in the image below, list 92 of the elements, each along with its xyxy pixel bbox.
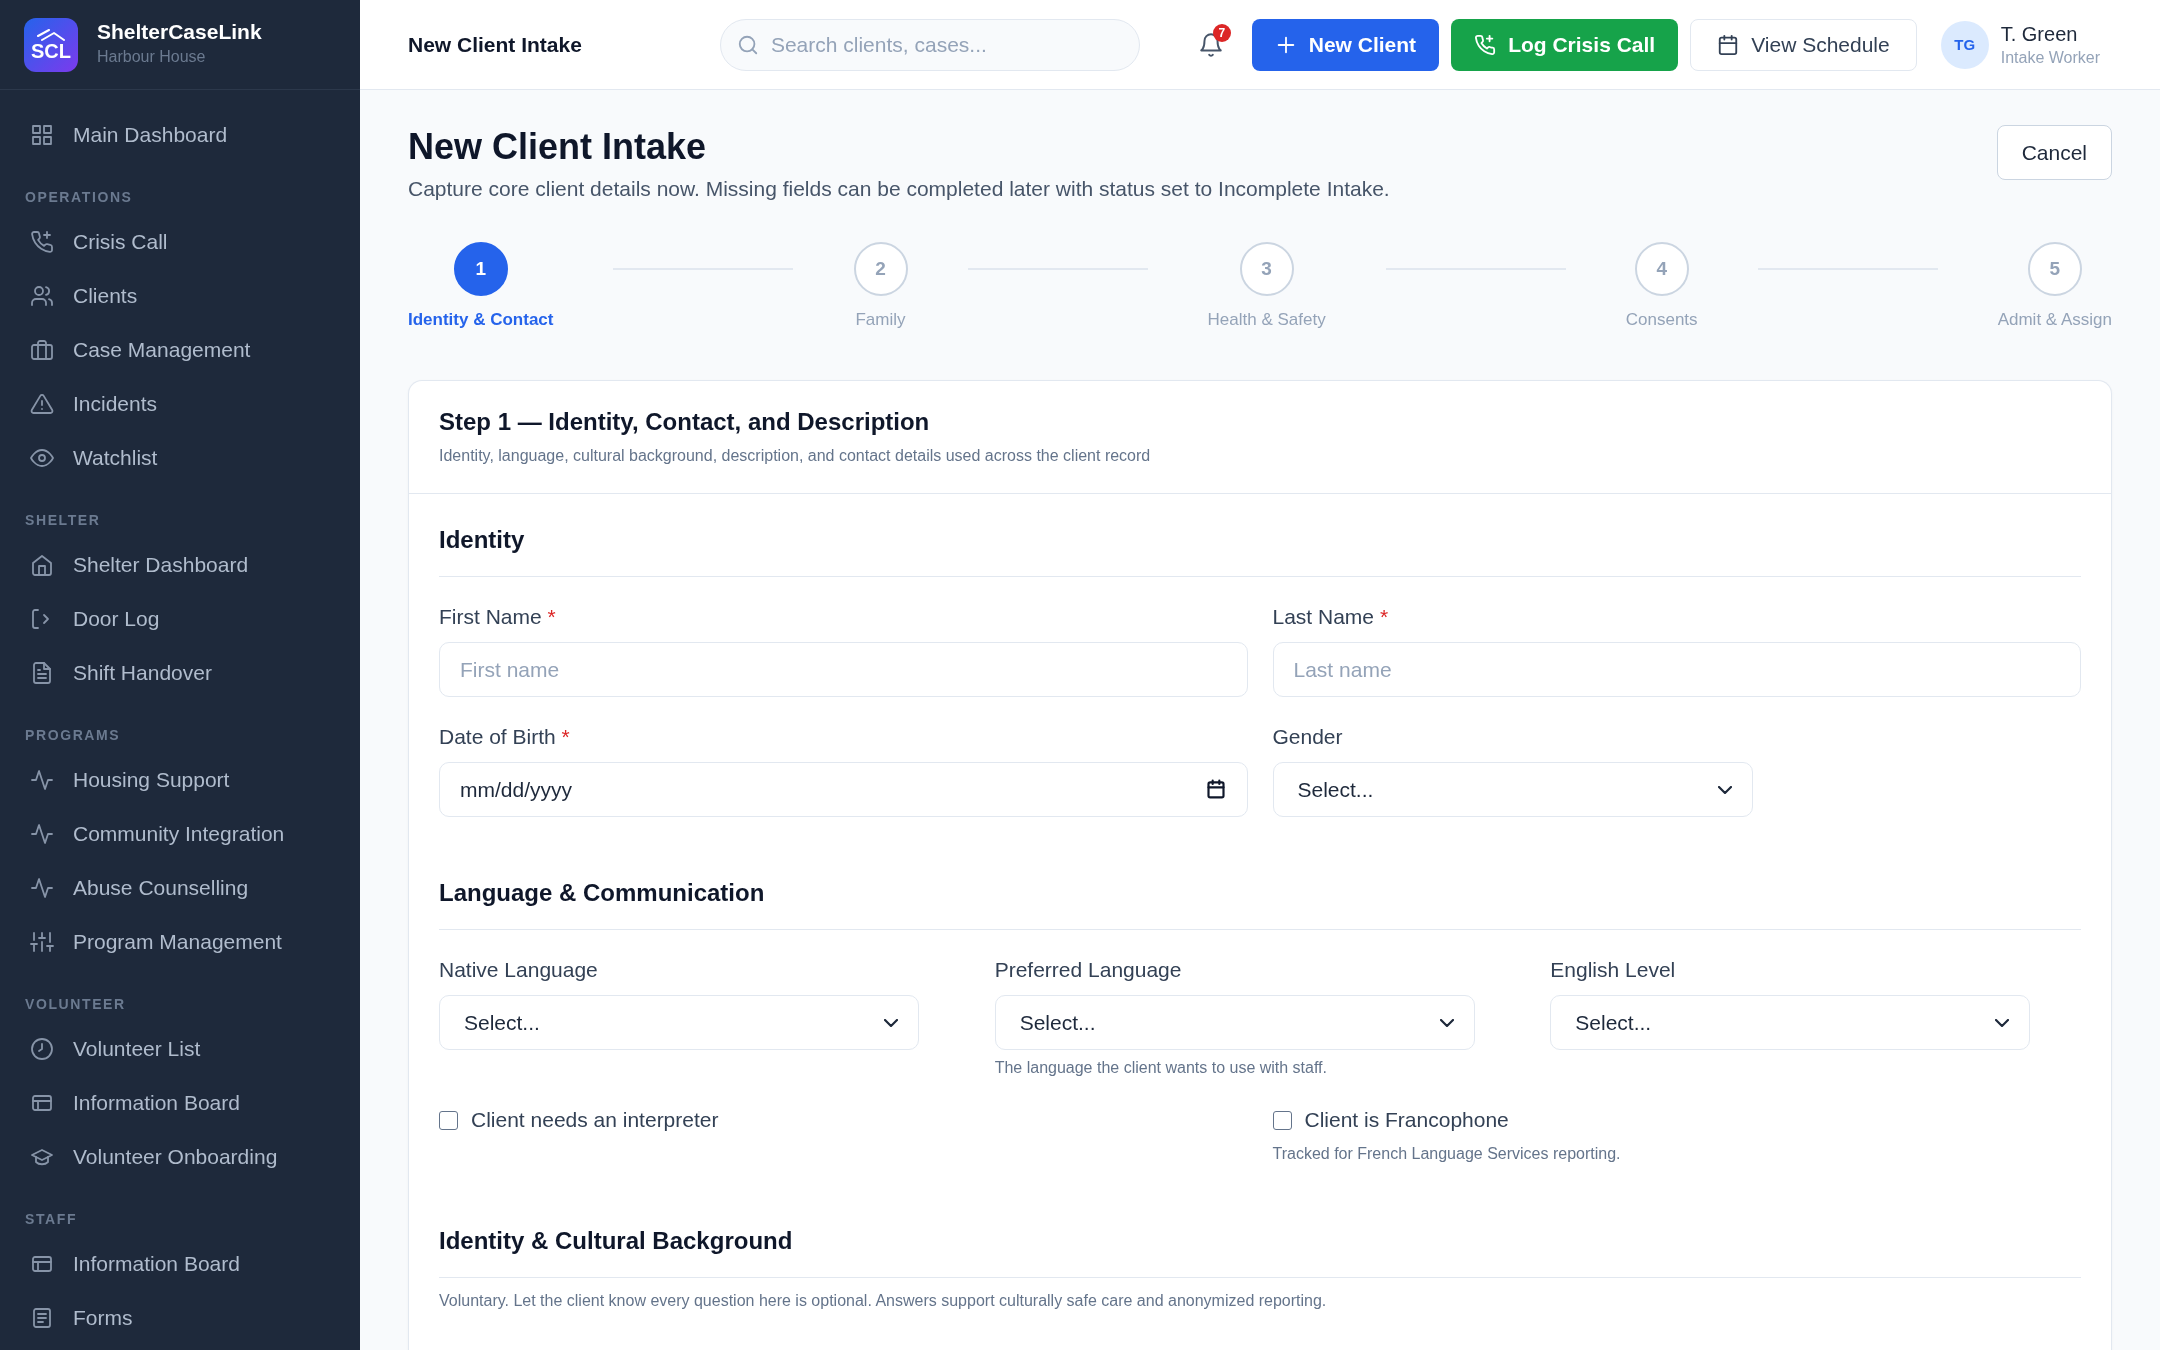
search-field[interactable]: Search clients, cases... bbox=[719, 18, 1140, 71]
phone-icon bbox=[1474, 33, 1497, 56]
document-icon bbox=[30, 1306, 54, 1330]
field-label: Last Name * bbox=[1272, 604, 1389, 630]
new-client-button[interactable]: New Client bbox=[1251, 18, 1440, 71]
view-schedule-button[interactable]: View Schedule bbox=[1690, 18, 1917, 71]
step-label: Family bbox=[855, 309, 906, 331]
step-label: Health & Safety bbox=[1207, 309, 1326, 331]
calendar-icon[interactable] bbox=[1205, 779, 1226, 799]
checkbox-label[interactable]: Client needs an interpreter bbox=[471, 1106, 719, 1134]
pulse-icon bbox=[30, 876, 54, 900]
checkbox-label[interactable]: Client is Francophone bbox=[1304, 1106, 1509, 1134]
briefcase-icon bbox=[30, 338, 54, 362]
document-icon bbox=[30, 661, 54, 685]
field-label: First Name * bbox=[439, 604, 556, 630]
eye-icon bbox=[30, 446, 54, 470]
nav-item[interactable]: Shift Handover bbox=[0, 646, 360, 700]
section-title: Language & Communication bbox=[439, 878, 766, 908]
nav-item[interactable]: Clients bbox=[0, 269, 360, 323]
field-label: English Level bbox=[1550, 957, 1676, 983]
calendar-icon bbox=[1717, 33, 1740, 56]
section-title: Identity & Cultural Background bbox=[439, 1226, 794, 1256]
page-heading: New Client Intake bbox=[408, 32, 582, 57]
nav-item[interactable]: Volunteer List bbox=[0, 1022, 360, 1076]
sliders-icon bbox=[30, 930, 54, 954]
step-indicator[interactable]: 1 bbox=[453, 242, 508, 296]
nav-section-heading: OPERATIONS bbox=[24, 188, 134, 207]
field-hint: Tracked for French Language Services reporting. bbox=[1272, 1144, 1621, 1164]
nav-item[interactable]: Incidents bbox=[0, 377, 360, 431]
notification-badge: 7 bbox=[1212, 23, 1231, 42]
search-icon bbox=[736, 33, 759, 56]
pulse-icon bbox=[30, 822, 54, 846]
card-subtitle: Identity, language, cultural background, description, and contact details used across the client record bbox=[439, 446, 1152, 466]
chevron-down-icon bbox=[1717, 785, 1732, 794]
select-dropdown[interactable]: Select... bbox=[439, 995, 919, 1050]
select-dropdown[interactable]: Select... bbox=[1550, 995, 2031, 1050]
select-dropdown[interactable]: Select... bbox=[994, 995, 1475, 1050]
nav-item[interactable]: Information Board bbox=[0, 1076, 360, 1130]
page-subtitle: Capture core client details now. Missing fields can be completed later with status set to Incomplete Intake. bbox=[408, 176, 1390, 202]
field-label: Preferred Language bbox=[994, 957, 1182, 983]
date-input[interactable]: mm/dd/yyyy bbox=[439, 762, 1248, 817]
pulse-icon bbox=[30, 768, 54, 792]
page-title: New Client Intake bbox=[408, 125, 708, 169]
step-label: Identity & Contact bbox=[408, 309, 554, 331]
section-title: Identity bbox=[439, 525, 526, 555]
nav-item[interactable]: Program Management bbox=[0, 915, 360, 969]
nav-item[interactable]: Information Board bbox=[0, 1237, 360, 1291]
user-role: Intake Worker bbox=[2000, 47, 2100, 68]
nav-section-heading: SHELTER bbox=[24, 511, 102, 530]
checkbox[interactable] bbox=[1272, 1110, 1292, 1130]
card-title: Step 1 — Identity, Contact, and Description bbox=[439, 407, 931, 437]
cancel-button[interactable]: Cancel bbox=[1996, 125, 2112, 180]
nav-item[interactable]: Main Dashboard bbox=[0, 108, 360, 162]
nav-item[interactable]: Case Management bbox=[0, 323, 360, 377]
text-input[interactable]: Last name bbox=[1272, 642, 2081, 697]
field-label: Native Language bbox=[439, 957, 598, 983]
chevron-down-icon bbox=[1995, 1018, 2010, 1027]
chevron-down-icon bbox=[884, 1018, 898, 1027]
checkbox[interactable] bbox=[439, 1110, 458, 1130]
phone-icon bbox=[30, 230, 54, 254]
nav-section-heading: PROGRAMS bbox=[24, 726, 122, 745]
shelter-name: Harbour House bbox=[97, 46, 206, 67]
nav-item[interactable]: Volunteer Onboarding bbox=[0, 1130, 360, 1184]
nav-item[interactable]: Shelter Dashboard bbox=[0, 538, 360, 592]
text-input[interactable]: First name bbox=[439, 642, 1248, 697]
nav-item[interactable]: Forms bbox=[0, 1291, 360, 1345]
nav-item[interactable]: Watchlist bbox=[0, 431, 360, 485]
field-label: Gender bbox=[1272, 724, 1343, 750]
section-note: Voluntary. Let the client know every question here is optional. Answers support culturally safe care and anonymized reporting. bbox=[439, 1291, 1328, 1311]
step-label: Consents bbox=[1625, 309, 1698, 331]
user-name: T. Green bbox=[2000, 21, 2078, 46]
clock-icon bbox=[30, 1037, 54, 1061]
user-avatar[interactable]: TG bbox=[1940, 20, 1989, 69]
home-icon bbox=[30, 553, 54, 577]
field-hint: The language the client wants to use with staff. bbox=[994, 1058, 1327, 1078]
users-icon bbox=[30, 284, 54, 308]
nav-item[interactable]: Door Log bbox=[0, 592, 360, 646]
app-name: ShelterCaseLink bbox=[97, 18, 262, 45]
house-roof-icon bbox=[36, 28, 66, 41]
logo-text: SCL bbox=[31, 40, 71, 61]
nav-item[interactable]: Community Integration bbox=[0, 807, 360, 861]
nav-section-heading: STAFF bbox=[24, 1210, 79, 1229]
field-label: Date of Birth * bbox=[439, 724, 570, 750]
warning-icon bbox=[30, 392, 54, 416]
select-dropdown[interactable]: Select... bbox=[1272, 762, 1753, 817]
step-label: Admit & Assign bbox=[1997, 309, 2112, 331]
nav-item[interactable]: Housing Support bbox=[0, 753, 360, 807]
chevron-down-icon bbox=[1439, 1018, 1454, 1027]
grid-icon bbox=[30, 123, 54, 147]
nav-item[interactable]: Abuse Counselling bbox=[0, 861, 360, 915]
nav-item[interactable]: Crisis Call bbox=[0, 215, 360, 269]
nav-section-heading: VOLUNTEER bbox=[24, 995, 127, 1014]
